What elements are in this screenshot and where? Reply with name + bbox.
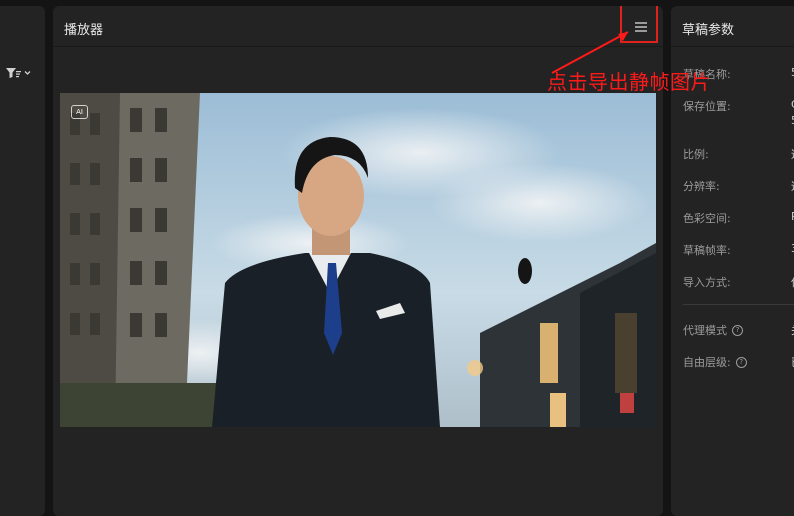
filter-dropdown-button[interactable]: [4, 64, 38, 82]
param-label-save-location: 保存位置:: [683, 100, 731, 113]
params-title: 草稿参数: [682, 23, 735, 38]
left-panel: [0, 6, 45, 516]
params-divider: [683, 304, 794, 305]
video-frame-image: [60, 93, 656, 427]
help-icon[interactable]: ?: [732, 325, 743, 336]
param-label-resolution: 分辨率:: [683, 180, 720, 193]
param-label-frame-rate: 草稿帧率:: [683, 244, 731, 257]
param-label-free-layer: 自由层级:?: [683, 354, 747, 370]
help-icon[interactable]: ?: [735, 357, 747, 368]
player-title: 播放器: [64, 23, 104, 38]
param-label-import-mode: 导入方式:: [683, 276, 731, 289]
annotation-text: 点击导出静帧图片: [547, 70, 711, 94]
filter-icon: [6, 68, 31, 78]
video-preview[interactable]: AI: [60, 93, 656, 427]
params-header: 草稿参数: [671, 6, 794, 47]
param-label-ratio: 比例:: [683, 148, 709, 161]
chevron-down-icon: [24, 71, 31, 75]
param-label-color-space: 色彩空间:: [683, 212, 731, 225]
param-label-proxy-mode: 代理模式?: [683, 322, 743, 338]
ai-badge: AI: [71, 105, 88, 119]
